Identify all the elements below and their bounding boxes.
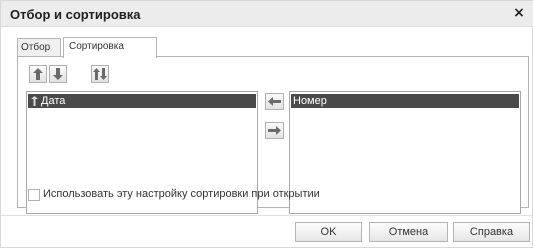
list-item-label: Номер xyxy=(293,95,327,107)
sort-direction-icon xyxy=(93,68,107,80)
arrow-up-icon xyxy=(33,68,43,80)
arrow-left-icon xyxy=(268,97,281,106)
move-up-button[interactable] xyxy=(29,65,47,83)
ok-button[interactable]: OK xyxy=(295,222,362,242)
sorting-panel: Дата Номер Использовать эту настройку со… xyxy=(17,56,529,214)
add-field-button[interactable] xyxy=(265,93,284,110)
sort-filter-dialog: Отбор и сортировка × Отбор Сортировка Да… xyxy=(0,0,533,248)
tab-filter[interactable]: Отбор xyxy=(17,38,61,57)
close-icon[interactable]: × xyxy=(510,4,528,22)
arrow-down-icon xyxy=(53,68,63,80)
arrow-right-icon xyxy=(268,126,281,135)
footer-divider xyxy=(1,215,533,216)
window-title: Отбор и сортировка xyxy=(10,7,141,22)
use-on-open-label: Использовать эту настройку сортировки пр… xyxy=(43,188,320,200)
list-item-label: Дата xyxy=(41,95,66,107)
title-bar: Отбор и сортировка × xyxy=(1,1,533,27)
use-on-open-checkbox[interactable] xyxy=(28,189,40,201)
help-button[interactable]: Справка xyxy=(453,222,530,242)
move-down-button[interactable] xyxy=(49,65,67,83)
cancel-button[interactable]: Отмена xyxy=(369,222,448,242)
list-item[interactable]: Номер xyxy=(291,94,519,108)
available-fields-list[interactable]: Номер xyxy=(289,91,521,214)
tab-sorting[interactable]: Сортировка xyxy=(63,37,157,58)
list-item[interactable]: Дата xyxy=(28,94,256,108)
toggle-sort-direction-button[interactable] xyxy=(91,65,109,83)
remove-field-button[interactable] xyxy=(265,122,284,139)
sort-field-icon xyxy=(31,96,38,106)
